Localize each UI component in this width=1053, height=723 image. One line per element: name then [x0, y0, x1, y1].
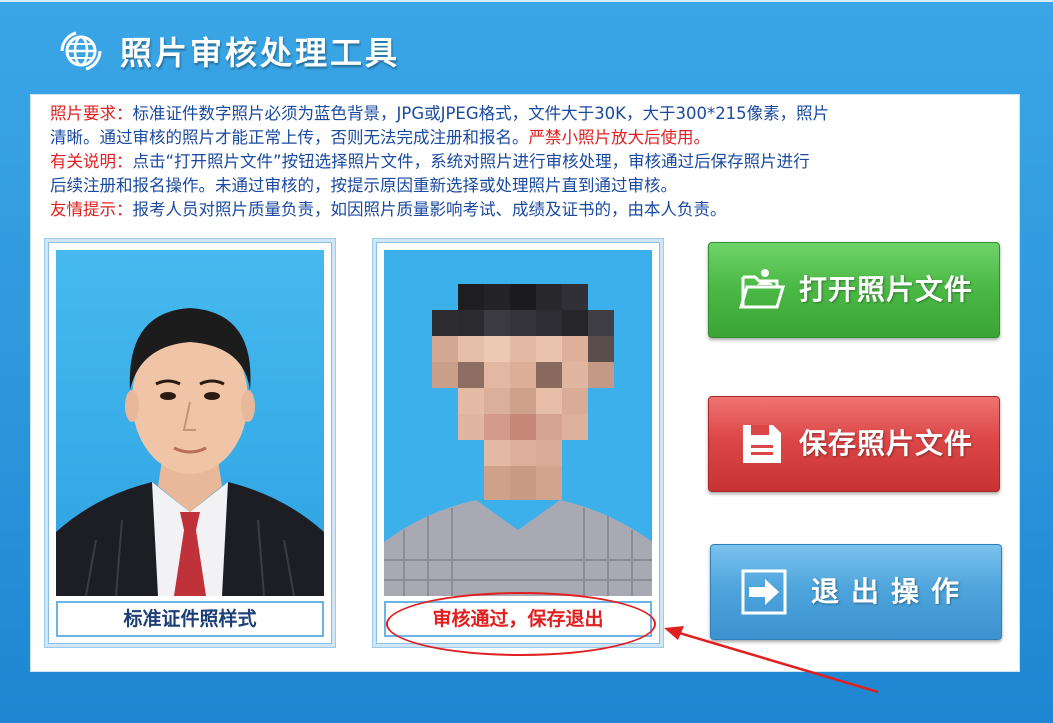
- explanation-line-1: 有关说明：点击“打开照片文件”按钮选择照片文件，系统对照片进行审核处理，审核通过…: [50, 150, 990, 174]
- sample-photo: [56, 250, 324, 596]
- explanation-text-2: 后续注册和报名操作。未通过审核的，按提示原因重新选择或处理照片直到通过审核。: [50, 176, 677, 195]
- open-photo-button[interactable]: 打开照片文件: [708, 242, 1000, 338]
- requirements-warning: 严禁小照片放大后使用。: [528, 128, 711, 147]
- tip-text: 报考人员对照片质量负责，如因照片质量影响考试、成绩及证书的，由本人负责。: [132, 200, 727, 219]
- status-highlight-ellipse: [386, 592, 656, 656]
- title-bar: 照片审核处理工具: [0, 0, 1053, 95]
- reviewed-pixelated-image: [384, 250, 652, 596]
- requirements-text-1: 标准证件数字照片必须为蓝色背景，JPG或JPEG格式，文件大于30K，大于300…: [132, 104, 830, 123]
- reviewed-photo: [384, 250, 652, 596]
- save-photo-label: 保存照片文件: [799, 427, 974, 460]
- reviewed-photo-frame: 审核通过，保存退出: [376, 242, 660, 644]
- sample-portrait-image: [56, 250, 324, 596]
- tip-line: 友情提示：报考人员对照片质量负责，如因照片质量影响考试、成绩及证书的，由本人负责…: [50, 198, 990, 222]
- open-folder-icon: [738, 269, 786, 309]
- save-photo-button[interactable]: 保存照片文件: [708, 396, 1000, 492]
- tip-label: 友情提示：: [50, 200, 133, 219]
- requirements-text-2: 清晰。通过审核的照片才能正常上传，否则无法完成注册和报名。: [50, 128, 529, 147]
- explanation-text-1: 点击“打开照片文件”按钮选择照片文件，系统对照片进行审核处理，审核通过后保存照片…: [132, 152, 810, 171]
- exit-arrow-icon: [741, 569, 787, 615]
- explanation-line-2: 后续注册和报名操作。未通过审核的，按提示原因重新选择或处理照片直到通过审核。: [50, 174, 990, 198]
- app-title: 照片审核处理工具: [120, 34, 401, 72]
- sample-photo-caption: 标准证件照样式: [56, 601, 324, 637]
- save-disk-icon: [743, 425, 781, 463]
- explanation-label: 有关说明：: [50, 152, 133, 171]
- notice-text: 照片要求：标准证件数字照片必须为蓝色背景，JPG或JPEG格式，文件大于30K，…: [50, 102, 990, 222]
- requirements-line-2: 清晰。通过审核的照片才能正常上传，否则无法完成注册和报名。严禁小照片放大后使用。: [50, 126, 990, 150]
- globe-icon: [60, 31, 102, 71]
- requirements-label: 照片要求：: [50, 104, 133, 123]
- sample-photo-frame: 标准证件照样式: [48, 242, 332, 644]
- requirements-line-1: 照片要求：标准证件数字照片必须为蓝色背景，JPG或JPEG格式，文件大于30K，…: [50, 102, 990, 126]
- annotation-arrow: [664, 626, 879, 694]
- open-photo-label: 打开照片文件: [799, 273, 974, 306]
